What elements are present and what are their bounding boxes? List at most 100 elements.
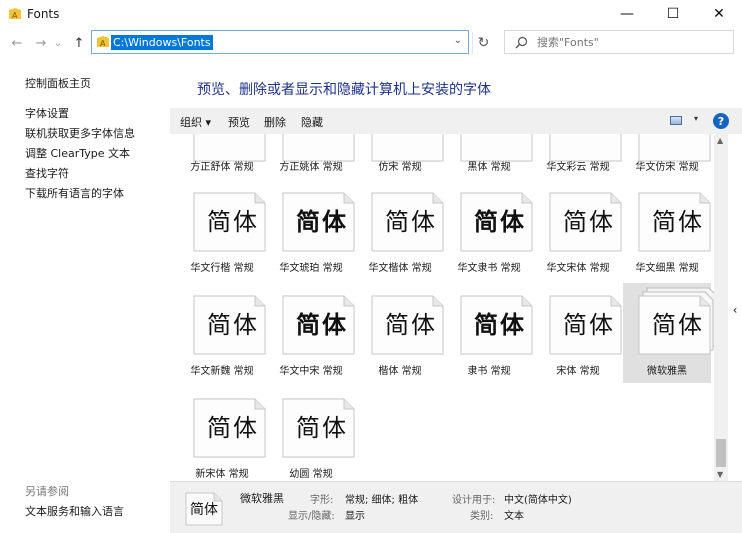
maximize-button[interactable]: ☐: [650, 0, 696, 28]
style-value: 常规; 细体; 粗体: [345, 495, 419, 506]
thumbnail-glyph: 简体: [190, 502, 218, 518]
font-tile[interactable]: 简体华文楷体 常规: [356, 180, 444, 280]
adjust-cleartype-link[interactable]: 调整 ClearType 文本: [25, 145, 130, 161]
font-tile[interactable]: 简体 华文中宋 常规: [267, 283, 355, 383]
show-hide-label: 显示/隐藏:: [288, 511, 335, 522]
font-tile[interactable]: 简体幼圆 常规: [267, 386, 355, 481]
font-label: 华文宋体 常规: [546, 263, 610, 274]
help-button[interactable]: ?: [713, 113, 729, 129]
address-dropdown-icon[interactable]: ⌄: [454, 35, 462, 46]
scroll-thumb[interactable]: [716, 439, 726, 467]
refresh-button[interactable]: ↻: [472, 32, 494, 54]
font-preview-glyph: 简体: [385, 208, 437, 236]
font-label: 隶书 常规: [467, 366, 511, 377]
font-label: 新宋体 常规: [195, 469, 249, 480]
download-fonts-link[interactable]: 下载所有语言的字体: [25, 185, 124, 201]
scroll-up-icon[interactable]: ▲: [717, 136, 723, 145]
font-tile[interactable]: 简体 华文细黑 常规: [623, 180, 711, 280]
font-file-icon: 简体: [282, 390, 362, 458]
see-also-heading: 另请参阅: [25, 485, 69, 498]
font-preview-glyph: 简体: [474, 208, 526, 236]
font-file-icon: 简体: [460, 184, 540, 252]
address-bar[interactable]: A C:\Windows\Fonts ⌄: [91, 30, 469, 54]
view-options-dropdown-icon[interactable]: ▾: [694, 114, 698, 123]
font-tile[interactable]: 简体华文新魏 常规: [178, 283, 266, 383]
page-heading: 预览、删除或者显示和隐藏计算机上安装的字体: [197, 82, 491, 98]
font-tile[interactable]: 简体华文行楷 常规: [178, 180, 266, 280]
chevron-down-icon: ⌄: [53, 37, 63, 49]
font-file-icon: 简体: [549, 184, 629, 252]
font-file-icon: 简体: [282, 287, 362, 355]
font-preview-glyph: 简体: [207, 208, 259, 236]
find-character-link[interactable]: 查找字符: [25, 165, 69, 181]
get-more-font-info-link[interactable]: 联机获取更多字体信息: [25, 125, 135, 141]
refresh-icon: ↻: [477, 35, 490, 51]
close-icon: ✕: [713, 6, 725, 22]
font-tile[interactable]: 简体 新宋体 常规: [178, 386, 266, 481]
font-tile[interactable]: 简体华文隶书 常规: [445, 180, 533, 280]
control-panel-home-link[interactable]: 控制面板主页: [25, 75, 91, 91]
title-bar: A Fonts — ☐ ✕: [0, 0, 742, 28]
change-view-icon[interactable]: [670, 116, 682, 125]
font-label: 微软雅黑: [647, 366, 687, 377]
font-label: 华文中宋 常规: [279, 366, 343, 377]
forward-button[interactable]: →: [32, 34, 50, 52]
font-label: 幼圆 常规: [289, 469, 333, 480]
font-preview-glyph: 简体: [207, 311, 259, 339]
font-label: 方正舒体 常规: [190, 162, 254, 173]
font-file-icon: 简体: [193, 390, 273, 458]
font-label: 华文行楷 常规: [190, 263, 254, 274]
text-services-link[interactable]: 文本服务和输入语言: [25, 503, 124, 519]
font-grid: 方正舒体 常规 方正姚体 常规 仿宋 常规 黑体 常规 华文彩云 常规 华文仿宋 常规 简体…: [170, 134, 714, 481]
font-file-icon: 简体: [193, 184, 273, 252]
chevron-left-icon: ‹: [732, 303, 738, 317]
hide-button[interactable]: 隐藏: [301, 114, 323, 130]
details-pane: 简体 微软雅黑 字形: 常规; 细体; 粗体 显示/隐藏: 显示 设计用于: 中…: [170, 481, 742, 533]
font-label: 楷体 常规: [378, 366, 422, 377]
delete-button[interactable]: 删除: [264, 114, 286, 130]
svg-text:A: A: [12, 11, 18, 20]
address-path[interactable]: C:\Windows\Fonts: [111, 35, 213, 50]
fonts-folder-icon: A: [97, 36, 109, 48]
up-button[interactable]: ↑: [70, 34, 88, 52]
font-label: 华文新魏 常规: [190, 366, 254, 377]
font-tile[interactable]: 简体 楷体 常规: [356, 283, 444, 383]
style-label: 字形:: [310, 495, 334, 506]
font-label: 宋体 常规: [556, 366, 600, 377]
font-label: 华文隶书 常规: [457, 263, 521, 274]
font-tile[interactable]: 简体 微软雅黑: [623, 283, 714, 383]
preview-button[interactable]: 预览: [228, 114, 250, 130]
font-tile[interactable]: 简体 宋体 常规: [534, 283, 622, 383]
font-preview-glyph: 简体: [296, 208, 348, 236]
back-button[interactable]: ←: [8, 34, 26, 52]
font-label: 华文楷体 常规: [368, 263, 432, 274]
minimize-button[interactable]: —: [604, 0, 650, 28]
font-tile[interactable]: 简体 隶书 常规: [445, 283, 533, 383]
close-button[interactable]: ✕: [696, 0, 742, 28]
recent-locations-button[interactable]: ⌄: [52, 34, 64, 52]
font-tile[interactable]: 简体 华文琥珀 常规: [267, 180, 355, 280]
left-task-pane: 控制面板主页 字体设置 联机获取更多字体信息 调整 ClearType 文本 查…: [0, 58, 170, 533]
font-file-icon: 简体: [549, 287, 629, 355]
font-label: 仿宋 常规: [378, 162, 422, 173]
font-preview-glyph: 简体: [652, 208, 704, 236]
font-file-icon: 简体: [371, 184, 451, 252]
font-file-icon: 简体: [282, 184, 362, 252]
search-input[interactable]: [537, 34, 727, 50]
font-tile[interactable]: 简体 华文宋体 常规: [534, 180, 622, 280]
window-title: Fonts: [27, 7, 60, 21]
collapse-pane-button[interactable]: ‹: [728, 290, 742, 330]
vertical-scrollbar[interactable]: ▲ ▼: [714, 134, 728, 481]
scroll-down-icon[interactable]: ▼: [717, 470, 723, 479]
font-label: 华文仿宋 常规: [635, 162, 699, 173]
designed-for-value: 中文(简体中文): [504, 495, 572, 506]
minimize-icon: —: [620, 6, 634, 22]
search-box[interactable]: [504, 30, 734, 54]
font-preview-glyph: 简体: [296, 414, 348, 442]
font-file-icon: 简体: [638, 184, 714, 252]
font-settings-link[interactable]: 字体设置: [25, 105, 69, 121]
font-file-icon: 简体: [193, 287, 273, 355]
organize-menu-button[interactable]: 组织 ▾: [180, 114, 211, 130]
show-hide-value: 显示: [345, 511, 365, 522]
fonts-app-icon: A: [9, 8, 21, 20]
